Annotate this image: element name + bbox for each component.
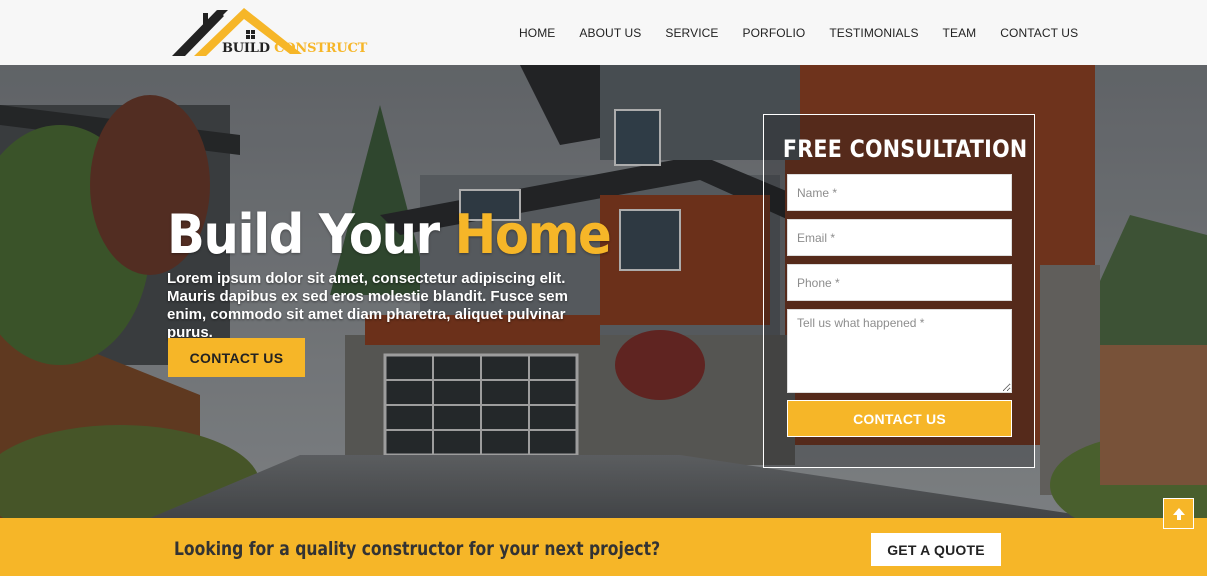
logo-text: BUILD CONSTRUCT bbox=[222, 41, 367, 56]
message-field[interactable] bbox=[787, 309, 1012, 393]
name-field[interactable] bbox=[787, 174, 1012, 211]
nav-testimonials[interactable]: TESTIMONIALS bbox=[829, 26, 918, 40]
cta-text: Looking for a quality constructor for yo… bbox=[174, 538, 661, 560]
hero-title-main: Build Your bbox=[167, 203, 455, 266]
logo[interactable]: BUILD CONSTRUCT bbox=[172, 6, 367, 60]
consultation-form: FREE CONSULTATION CONTACT US bbox=[763, 114, 1035, 468]
nav-about-us[interactable]: ABOUT US bbox=[579, 26, 641, 40]
nav-portfolio[interactable]: PORFOLIO bbox=[743, 26, 806, 40]
consultation-form-title: FREE CONSULTATION bbox=[782, 135, 1028, 163]
hero-title: Build Your Home bbox=[167, 203, 612, 266]
site-header: BUILD CONSTRUCT HOME ABOUT US SERVICE PO… bbox=[0, 0, 1207, 65]
arrow-up-icon bbox=[1172, 507, 1185, 520]
nav-service[interactable]: SERVICE bbox=[665, 26, 718, 40]
nav-contact-us[interactable]: CONTACT US bbox=[1000, 26, 1078, 40]
main-nav: HOME ABOUT US SERVICE PORFOLIO TESTIMONI… bbox=[507, 0, 1090, 65]
get-a-quote-button[interactable]: GET A QUOTE bbox=[871, 533, 1001, 566]
logo-word-construct: CONSTRUCT bbox=[274, 41, 368, 56]
nav-team[interactable]: TEAM bbox=[943, 26, 977, 40]
consultation-submit-button[interactable]: CONTACT US bbox=[787, 400, 1012, 437]
hero-description: Lorem ipsum dolor sit amet, consectetur … bbox=[167, 270, 568, 341]
phone-field[interactable] bbox=[787, 264, 1012, 301]
email-field[interactable] bbox=[787, 219, 1012, 256]
logo-word-build: BUILD bbox=[222, 41, 270, 56]
hero-title-accent: Home bbox=[454, 203, 612, 266]
hero-section: Build Your Home Lorem ipsum dolor sit am… bbox=[0, 65, 1207, 518]
cta-bar: Looking for a quality constructor for yo… bbox=[0, 518, 1207, 576]
hero-contact-button[interactable]: CONTACT US bbox=[168, 338, 305, 377]
nav-home[interactable]: HOME bbox=[519, 26, 555, 40]
scroll-to-top-button[interactable] bbox=[1163, 498, 1194, 529]
